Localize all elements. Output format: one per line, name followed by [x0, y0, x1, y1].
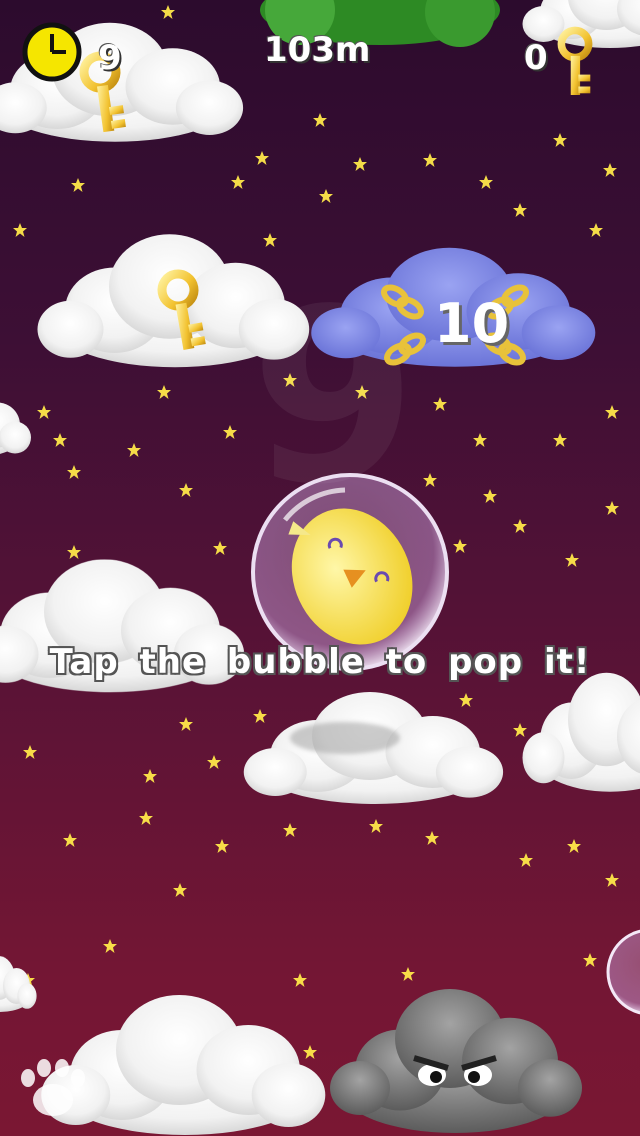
pause-button[interactable]: [15, 1058, 95, 1124]
tutorial-hint: Tap the bubble to pop it!: [49, 642, 591, 682]
clock-icon: [22, 22, 82, 82]
locked-cloud-counter: 10: [434, 292, 510, 355]
timer-count: 9: [98, 38, 122, 78]
storm-cloud-enemy: [330, 989, 582, 1133]
cloud: [0, 387, 31, 458]
game-scene: 9: [0, 0, 640, 1135]
bubble[interactable]: [606, 929, 640, 1015]
cloud: [522, 672, 640, 792]
distance-counter: 103m: [264, 30, 371, 70]
keys-collected-count: 0: [524, 38, 548, 78]
bubble-with-chick[interactable]: [251, 473, 449, 671]
